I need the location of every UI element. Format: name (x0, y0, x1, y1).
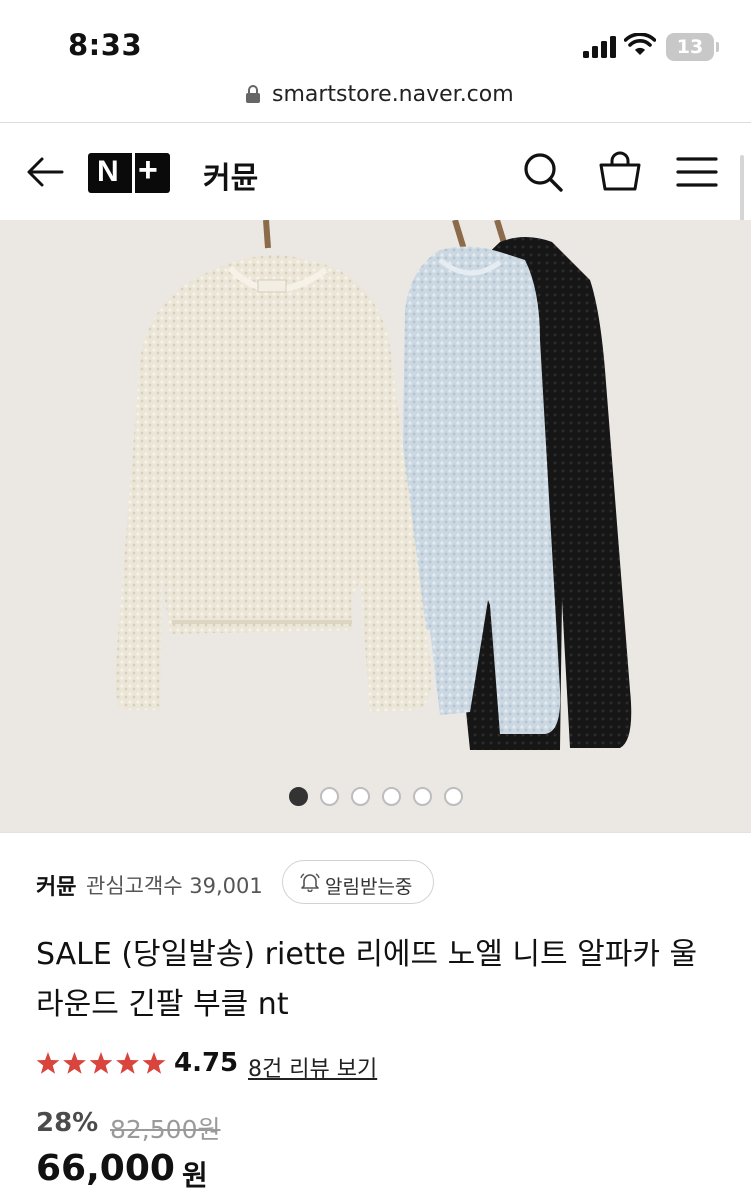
logo-n: N (97, 155, 119, 188)
pagination-dot[interactable] (289, 787, 308, 806)
pagination-dot[interactable] (351, 787, 370, 806)
wifi-icon (624, 33, 656, 55)
url-text[interactable]: smartstore.naver.com (272, 82, 514, 107)
original-price: 82,500원 (110, 1115, 221, 1144)
price-unit: 원 (182, 1159, 208, 1192)
store-link[interactable]: 커뮨 (36, 869, 76, 901)
battery-cap (716, 42, 719, 52)
logo-plus: + (138, 151, 158, 189)
star-icon (36, 1052, 60, 1074)
status-bar: 8:33 13 (0, 0, 751, 80)
pagination-dot[interactable] (444, 787, 463, 806)
pagination-dot[interactable] (382, 787, 401, 806)
discount-rate: 28% (36, 1108, 99, 1138)
sale-price: 66,000 (36, 1148, 175, 1189)
signal-icon (583, 36, 616, 58)
review-link[interactable]: 8건 리뷰 보기 (248, 1051, 377, 1083)
notification-toggle-button[interactable]: 알림받는중 (282, 860, 434, 904)
battery-icon: 13 (666, 33, 714, 61)
pagination-dot[interactable] (413, 787, 432, 806)
star-icon (142, 1052, 166, 1074)
star-icon (116, 1052, 139, 1074)
store-header: N + 커뮨 (0, 123, 751, 220)
star-icon (63, 1052, 86, 1074)
bell-icon (300, 873, 320, 892)
star-rating (36, 1052, 166, 1074)
product-image[interactable] (0, 220, 751, 832)
status-time: 8:33 (68, 28, 143, 62)
menu-icon[interactable] (676, 156, 718, 188)
search-icon[interactable] (522, 151, 564, 193)
naver-plus-logo[interactable]: N + (88, 151, 170, 193)
product-title: SALE (당일발송) riette 리에뜨 노엘 니트 알파카 울 라운드 긴… (36, 937, 698, 1022)
followers-count: 관심고객수 39,001 (86, 874, 263, 898)
star-icon (89, 1052, 113, 1074)
pagination-dot[interactable] (320, 787, 339, 806)
cart-icon[interactable] (597, 149, 643, 193)
battery-level: 13 (676, 36, 704, 58)
notification-label: 알림받는중 (325, 876, 413, 898)
url-bar[interactable]: smartstore.naver.com (0, 80, 751, 122)
divider (0, 832, 751, 833)
image-pagination (0, 787, 751, 807)
store-title[interactable]: 커뮨 (203, 153, 258, 197)
rating-row: 4.75 8건 리뷰 보기 (36, 1046, 636, 1082)
rating-value: 4.75 (174, 1048, 239, 1078)
sweaters-photo (0, 220, 751, 832)
logo-separator (132, 153, 135, 193)
back-arrow-icon[interactable] (26, 155, 64, 189)
lock-icon (246, 85, 260, 103)
